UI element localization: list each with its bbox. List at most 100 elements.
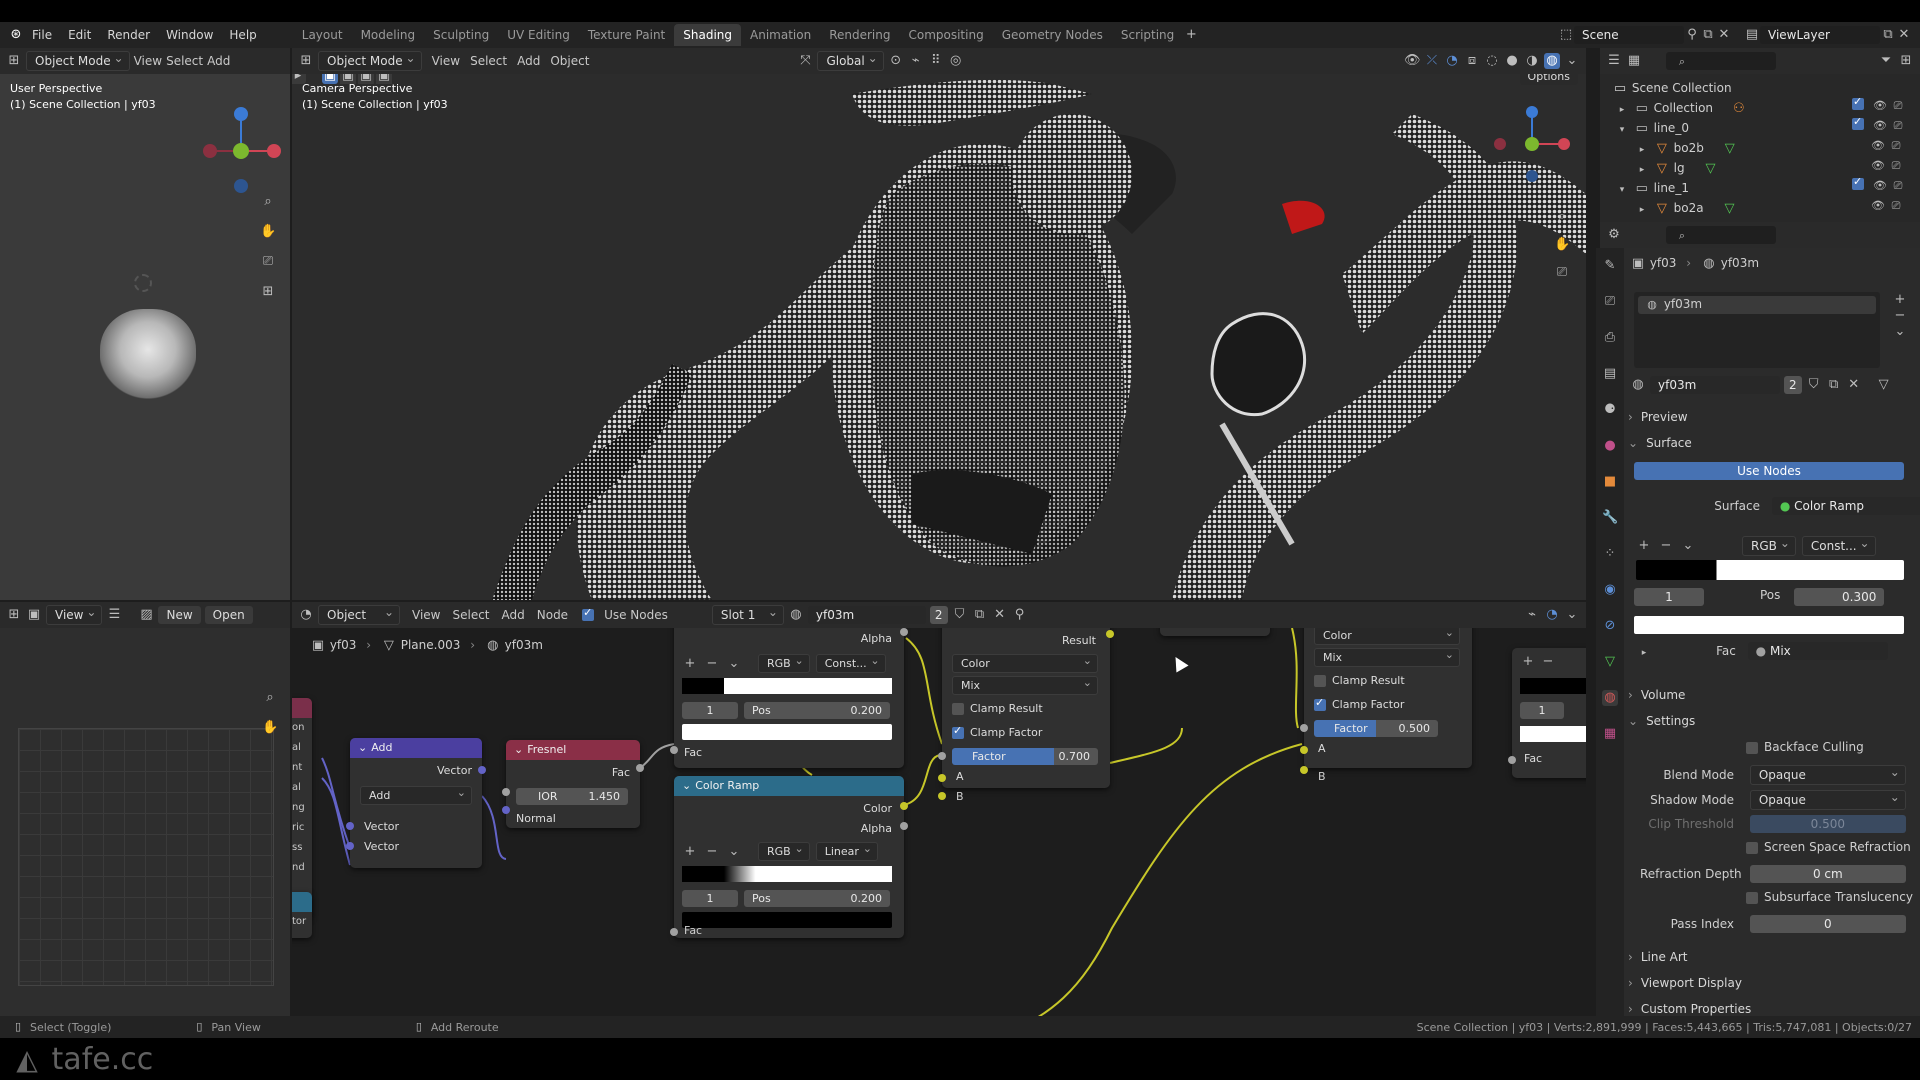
fake-user-icon[interactable]: ⛉ xyxy=(952,607,968,623)
ramp-top-mode[interactable]: RGB xyxy=(758,654,810,673)
ramp-top-color[interactable] xyxy=(682,724,892,740)
transform-orientation-icon[interactable]: ⤧ xyxy=(797,53,813,69)
collapse-icon[interactable]: ▾ xyxy=(1614,122,1630,138)
main-nav-gizmo[interactable] xyxy=(1492,104,1572,184)
overlay-icon[interactable]: ◔ xyxy=(1444,53,1460,69)
ramp-menu-icon[interactable]: ⌄ xyxy=(726,656,742,672)
settings-section[interactable]: Settings xyxy=(1628,714,1695,728)
use-nodes-checkbox[interactable] xyxy=(582,606,595,621)
mix2-type-dropdown[interactable]: Color xyxy=(1314,628,1460,645)
camera-icon[interactable]: ⎚ xyxy=(1890,98,1906,114)
socket-fresnel-ior[interactable] xyxy=(502,788,510,796)
mix2-blend-dropdown[interactable]: Mix xyxy=(1314,648,1460,667)
select-subtract-icon[interactable]: ▣ xyxy=(358,74,374,84)
mix2-factor-field[interactable]: Factor 0.500 xyxy=(1314,720,1438,737)
node-menu-view[interactable]: View xyxy=(412,608,440,622)
particles-tab-icon[interactable]: ⁘ xyxy=(1602,546,1618,562)
main-viewport[interactable]: Camera Perspective (1) Scene Collection … xyxy=(292,74,1586,600)
camera-icon[interactable]: ⎚ xyxy=(1888,138,1904,154)
fresnel-ior-field[interactable]: IOR 1.450 xyxy=(516,788,628,805)
socket-add-in1[interactable] xyxy=(346,822,354,830)
unlink-material-icon[interactable]: ✕ xyxy=(992,607,1008,623)
line-art-section[interactable]: Line Art xyxy=(1628,950,1688,964)
proportional-icon[interactable]: ◎ xyxy=(948,53,964,69)
node-menu-node[interactable]: Node xyxy=(537,608,568,622)
fake-user-icon[interactable]: ⛉ xyxy=(1806,377,1822,393)
ramp-gradient[interactable] xyxy=(682,866,892,882)
image-mode-icon[interactable]: ▣ xyxy=(26,607,42,623)
partial-node-left-2[interactable]: tor xyxy=(292,892,312,938)
remove-stop-icon[interactable]: − xyxy=(704,844,720,860)
menu-help[interactable]: Help xyxy=(221,28,264,42)
shading-options-icon[interactable]: ⌄ xyxy=(1564,53,1580,69)
delete-view-layer-icon[interactable]: ✕ xyxy=(1896,27,1912,43)
ramp-top-interp[interactable]: Const... xyxy=(815,654,886,673)
scene-field[interactable]: Scene xyxy=(1574,26,1684,44)
editor-type-icon[interactable]: ⚙ xyxy=(1606,227,1622,243)
mix1-factor-field[interactable]: Factor 0.700 xyxy=(952,748,1098,765)
ramp-color[interactable] xyxy=(682,912,892,928)
rendered-shading-icon[interactable]: ◍ xyxy=(1544,53,1560,69)
open-image-button[interactable]: Open xyxy=(204,606,253,624)
socket-mix2-a[interactable] xyxy=(1300,746,1308,754)
socket-mix2-b[interactable] xyxy=(1300,766,1308,774)
scene-tab-icon[interactable]: ⚈ xyxy=(1602,402,1618,418)
mix2-clamp-result-checkbox[interactable] xyxy=(1314,675,1326,687)
blend-mode-dropdown[interactable]: Opaque xyxy=(1749,765,1906,785)
tab-sculpting[interactable]: Sculpting xyxy=(424,24,498,46)
tab-uv-editing[interactable]: UV Editing xyxy=(498,24,579,46)
tab-rendering[interactable]: Rendering xyxy=(820,24,899,46)
ramp-right-index[interactable]: 1 xyxy=(1520,702,1564,719)
snap-target-icon[interactable]: ⠿ xyxy=(928,53,944,69)
mix2-clamp-factor-checkbox[interactable] xyxy=(1314,696,1326,711)
ramp-menu-icon[interactable]: ⌄ xyxy=(1680,538,1696,554)
ssr-row[interactable]: Screen Space Refraction xyxy=(1746,840,1911,854)
sss-row[interactable]: Subsurface Translucency xyxy=(1746,890,1913,904)
image-editor-canvas[interactable]: ⌕ ✋ xyxy=(0,628,290,1038)
pin-icon[interactable]: ⚲ xyxy=(1012,607,1028,623)
unlink-material-icon[interactable]: ✕ xyxy=(1846,377,1862,393)
add-slot-icon[interactable]: + xyxy=(1892,292,1908,308)
tab-texture-paint[interactable]: Texture Paint xyxy=(579,24,674,46)
output-tab-icon[interactable]: ⎙ xyxy=(1602,330,1618,346)
remove-stop-icon[interactable]: − xyxy=(1540,654,1556,670)
eye-icon[interactable]: 👁 xyxy=(1872,178,1888,194)
color-ramp-node-top[interactable]: Alpha + − ⌄ RGB Const... 1 Pos0.200 Fac xyxy=(674,628,904,768)
add-stop-icon[interactable]: + xyxy=(682,656,698,672)
material-name-field[interactable]: yf03m xyxy=(1650,376,1780,394)
delete-scene-icon[interactable]: ✕ xyxy=(1716,27,1732,43)
material-tab-icon[interactable]: ◍ xyxy=(1602,690,1618,706)
socket-mix1-b[interactable] xyxy=(938,792,946,800)
sss-checkbox[interactable] xyxy=(1746,891,1758,904)
sidebar-toggle-icon[interactable]: ⌄ xyxy=(1564,607,1580,623)
outliner-item-bo2b[interactable]: ▸ ▽ bo2b ▽ xyxy=(1634,138,1738,158)
object-tab-icon[interactable]: ■ xyxy=(1602,474,1618,490)
wireframe-shading-icon[interactable]: ◌ xyxy=(1484,53,1500,69)
node-material-users[interactable]: 2 xyxy=(929,606,948,624)
outliner-item-line-1[interactable]: ▾ ▭ line_1 xyxy=(1614,178,1689,198)
socket-ramp-right-fac[interactable] xyxy=(1508,756,1516,764)
expand-icon[interactable]: ▸ xyxy=(1634,162,1650,178)
properties-search-field[interactable]: ⌕ xyxy=(1666,226,1776,244)
pan-hand-icon[interactable]: ✋ xyxy=(262,720,278,736)
tab-layout[interactable]: Layout xyxy=(293,24,352,46)
expand-icon[interactable]: ▸ xyxy=(1634,142,1650,158)
ramp-pos[interactable]: Pos 0.200 xyxy=(744,890,890,907)
expand-icon[interactable]: ▸ xyxy=(1636,645,1652,661)
ramp-interp-dropdown[interactable]: Const... xyxy=(1801,536,1876,556)
main-mode-dropdown[interactable]: Object Mode xyxy=(318,51,422,71)
ramp-stop-pos[interactable]: 0.300 xyxy=(1794,588,1885,606)
snap-icon[interactable]: ⌁ xyxy=(908,53,924,69)
ramp-top-gradient[interactable] xyxy=(682,678,892,694)
main-menu-object[interactable]: Object xyxy=(550,54,589,68)
partial-node-left[interactable]: on al nt al ng ric ss nd xyxy=(292,698,312,918)
zoom-icon[interactable]: ⌕ xyxy=(1554,209,1570,225)
outliner-search-field[interactable]: ⌕ xyxy=(1666,52,1776,70)
ramp-menu-icon[interactable]: ⌄ xyxy=(726,844,742,860)
ramp-mode[interactable]: RGB xyxy=(758,842,810,861)
material-shading-icon[interactable]: ◑ xyxy=(1524,53,1540,69)
eye-icon[interactable]: 👁 xyxy=(1870,198,1886,214)
select-intersect-icon[interactable]: ▣ xyxy=(376,74,392,84)
surface-value-field[interactable]: ● Color Ramp xyxy=(1771,497,1920,515)
socket-ramp-color[interactable] xyxy=(900,802,908,810)
